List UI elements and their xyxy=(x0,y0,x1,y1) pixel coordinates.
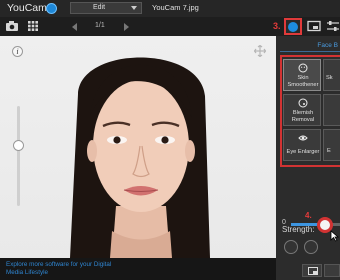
share-button[interactable] xyxy=(324,264,340,277)
footer-bar: Explore more software for your Digital M… xyxy=(0,258,276,280)
skin-tone-button[interactable]: Sk xyxy=(323,59,340,91)
compare-button[interactable] xyxy=(304,240,318,254)
camera-icon[interactable] xyxy=(5,20,19,32)
beauty-tools-group: Skin Smoothener Sk Blemish Removal Eye E… xyxy=(280,55,340,167)
blemish-removal-button[interactable]: Blemish Removal xyxy=(283,94,321,126)
zoom-slider[interactable] xyxy=(17,106,20,206)
tool-button-partial[interactable] xyxy=(323,94,340,126)
tool-label: Eye Enlarger xyxy=(286,149,320,155)
tool-label: Sk xyxy=(326,75,333,81)
zoom-slider-handle[interactable] xyxy=(13,140,24,151)
move-icon[interactable] xyxy=(254,45,266,57)
blemish-icon xyxy=(298,98,308,108)
eye-enlarger-button[interactable]: Eye Enlarger xyxy=(283,129,321,161)
tool-label: E xyxy=(327,148,331,154)
info-icon[interactable]: i xyxy=(12,46,23,57)
page-indicator: 1/1 xyxy=(95,22,105,29)
photo-viewer[interactable]: i xyxy=(0,36,276,258)
adjust-sliders-icon[interactable] xyxy=(326,20,340,32)
reset-button[interactable] xyxy=(284,240,298,254)
step-4-annotation: 4. xyxy=(305,211,312,220)
file-name: YouCam 7.jpg xyxy=(152,3,199,12)
strength-min-label: 0 xyxy=(282,219,286,226)
app-title: YouCam xyxy=(7,2,47,14)
skin-smoothener-button[interactable]: Skin Smoothener xyxy=(283,59,321,91)
panel-title: Face B xyxy=(317,42,338,49)
tool-label: Skin Smoothener xyxy=(287,75,319,88)
face-smooth-icon xyxy=(298,63,308,73)
toolbar: 1/1 3. xyxy=(0,17,340,36)
eye-bag-button[interactable]: E xyxy=(323,129,340,161)
strength-label: Strength: xyxy=(282,225,315,234)
mode-select-value: Edit xyxy=(93,4,106,11)
promo-link[interactable]: Explore more software for your Digital M… xyxy=(6,261,116,276)
face-beautify-button[interactable] xyxy=(284,18,302,35)
face-beautify-icon xyxy=(288,22,298,32)
chevron-down-icon xyxy=(131,6,137,10)
portrait-photo xyxy=(70,57,210,258)
mode-select[interactable]: Edit xyxy=(70,2,142,14)
tool-label: Blemish Removal xyxy=(291,110,315,123)
eye-icon xyxy=(298,135,308,141)
grid-view-icon[interactable] xyxy=(26,20,40,32)
step-3-annotation: 3. xyxy=(273,21,281,31)
next-arrow-icon[interactable] xyxy=(124,23,129,31)
panel-divider xyxy=(280,51,340,52)
previous-arrow-icon[interactable] xyxy=(72,23,77,31)
title-bar: YouCam Edit YouCam 7.jpg xyxy=(0,0,340,17)
youcam-logo-icon[interactable] xyxy=(46,3,57,14)
mouse-cursor-icon xyxy=(330,230,340,242)
frame-icon[interactable] xyxy=(307,20,321,32)
export-icon xyxy=(308,267,318,275)
export-button[interactable] xyxy=(302,264,322,277)
